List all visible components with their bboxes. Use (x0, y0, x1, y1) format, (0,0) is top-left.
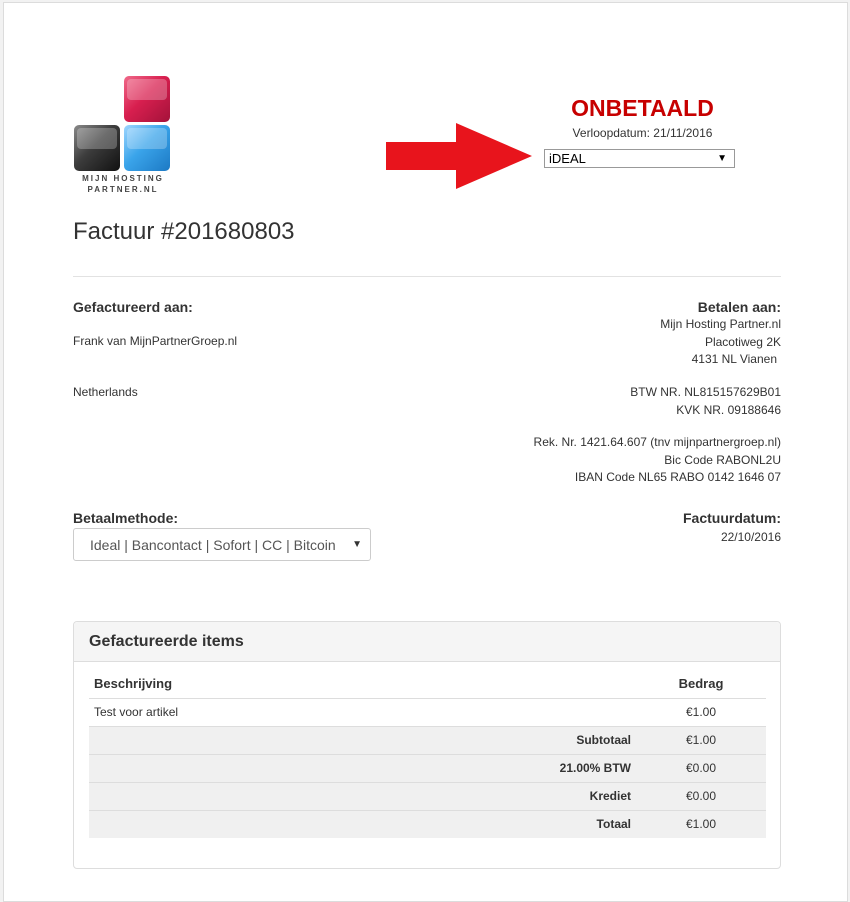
payment-gateway-value: iDEAL (549, 151, 586, 166)
summary-label: 21.00% BTW (89, 753, 636, 782)
pay-to-line: Mijn Hosting Partner.nl (660, 317, 781, 331)
page-title: Factuur #201680803 (73, 218, 295, 245)
pay-to-tax-line: KVK NR. 09188646 (676, 402, 781, 417)
invoice-status: ONBETAALD (571, 95, 714, 121)
pay-to-bank-line: Bic Code RABONL2U (664, 452, 781, 467)
summary-label: Totaal (89, 809, 636, 838)
payment-gateway-select[interactable]: iDEAL ▼ (544, 149, 735, 168)
column-header-amount: Bedrag (636, 670, 766, 699)
pay-to-label: Betalen aan: (697, 299, 781, 315)
panel-title: Gefactureerde items (74, 622, 780, 662)
summary-row-subtotal: Subtotaal €1.00 (89, 725, 766, 754)
summary-amount: €0.00 (636, 781, 766, 810)
logo-text-line2: PARTNER.NL (87, 185, 159, 194)
pay-to-line: 4131 NL Vianen (691, 352, 777, 366)
logo-text-line1: MIJN HOSTING (82, 174, 164, 183)
payment-method-label: Betaalmethode: (73, 510, 179, 526)
pay-to-address: Mijn Hosting Partner.nl Placotiweg 2K 41… (480, 316, 781, 369)
item-amount: €1.00 (636, 697, 766, 726)
pay-to-line: Placotiweg 2K (704, 334, 781, 349)
item-description: Test voor artikel (89, 697, 636, 726)
chevron-down-icon: ▼ (717, 153, 727, 164)
logo-black-square (74, 125, 120, 171)
payment-method-select[interactable]: Ideal | Bancontact | Sofort | CC | Bitco… (73, 528, 371, 561)
pay-to-bank-line: Rek. Nr. 1421.64.607 (tnv mijnpartnergro… (533, 435, 781, 449)
billed-to-country: Netherlands (73, 385, 138, 399)
billed-to-label: Gefactureerd aan: (73, 299, 193, 315)
divider (73, 276, 781, 277)
invoice-items-panel: Gefactureerde items Beschrijving Bedrag … (73, 621, 781, 869)
items-table: Beschrijving Bedrag Test voor artikel €1… (89, 670, 766, 838)
summary-amount: €0.00 (636, 753, 766, 782)
pay-to-bank-line: IBAN Code NL65 RABO 0142 1646 07 (574, 470, 781, 484)
chevron-down-icon: ▼ (352, 539, 362, 550)
table-header-row: Beschrijving Bedrag (89, 670, 766, 699)
table-row: Test voor artikel €1.00 (89, 697, 766, 726)
summary-label: Krediet (89, 781, 636, 810)
summary-row-tax: 21.00% BTW €0.00 (89, 753, 766, 782)
column-header-description: Beschrijving (89, 670, 636, 699)
logo-red-square (124, 76, 170, 122)
summary-row-total: Totaal €1.00 (89, 809, 766, 838)
summary-amount: €1.00 (636, 809, 766, 838)
annotation-arrow-icon (386, 123, 532, 189)
payment-method-value: Ideal | Bancontact | Sofort | CC | Bitco… (90, 537, 336, 553)
pay-to-tax-line: BTW NR. NL815157629B01 (630, 385, 781, 399)
pay-to-tax: BTW NR. NL815157629B01 KVK NR. 09188646 (480, 384, 781, 419)
summary-amount: €1.00 (636, 725, 766, 754)
billed-to-name: Frank van MijnPartnerGroep.nl (73, 334, 238, 348)
invoice-date-value: 22/10/2016 (720, 530, 781, 544)
summary-row-credit: Krediet €0.00 (89, 781, 766, 810)
pay-to-bank: Rek. Nr. 1421.64.607 (tnv mijnpartnergro… (440, 434, 781, 487)
logo-blue-square (124, 125, 170, 171)
summary-label: Subtotaal (89, 725, 636, 754)
due-date: Verloopdatum: 21/11/2016 (572, 126, 713, 140)
invoice-date-label: Factuurdatum: (683, 510, 781, 526)
